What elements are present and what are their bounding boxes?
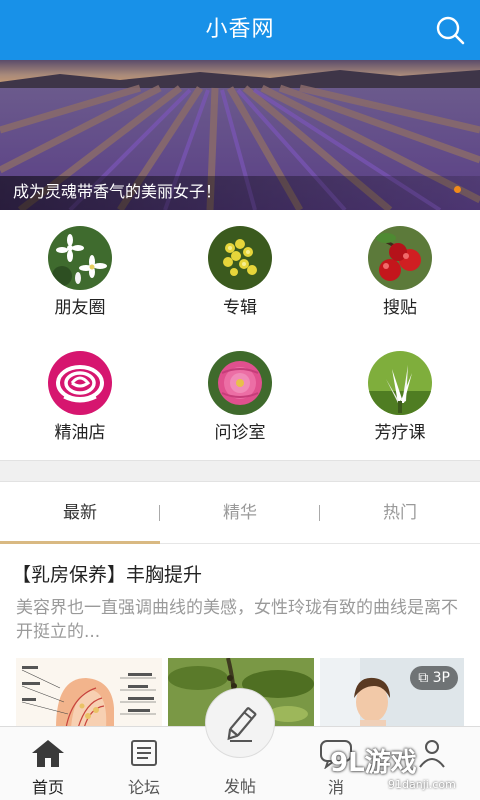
grid-item-aromatherapy-class[interactable]: 芳疗课	[320, 335, 480, 460]
grid-item-label: 朋友圈	[54, 298, 106, 318]
grid-item-friends[interactable]: 朋友圈	[0, 210, 160, 335]
grid-item-label: 搜贴	[383, 298, 417, 318]
pink-rose-flower-icon	[208, 351, 272, 415]
app-title: 小香网	[205, 17, 275, 42]
grid-item-oil-shop[interactable]: 精油店	[0, 335, 160, 460]
anatomy-diagram-thumbnail	[16, 658, 162, 728]
grid-item-label: 精油店	[54, 423, 106, 443]
grid-item-label: 问诊室	[214, 423, 266, 443]
home-icon	[32, 740, 64, 767]
white-magnolia-icon	[368, 351, 432, 415]
forum-scroll-icon	[131, 740, 157, 766]
create-post-button[interactable]	[205, 688, 275, 758]
grid-item-consult-room[interactable]: 问诊室	[160, 335, 320, 460]
white-jasmine-flower-icon	[48, 226, 112, 290]
pen-icon	[227, 707, 257, 742]
nav-label: 论坛	[127, 778, 160, 797]
create-post-label: 发帖	[223, 777, 256, 796]
top-app-bar: 小香网	[0, 0, 480, 60]
search-icon	[436, 16, 465, 45]
article-title[interactable]: 【乳房保养】丰胸提升	[12, 560, 202, 587]
tab-hot[interactable]: 热门	[320, 482, 480, 544]
feed-tabs: 最新 精华 热门	[0, 482, 480, 544]
image-count-badge: ⧉ 3P	[410, 666, 458, 690]
nav-forum[interactable]: 论坛	[96, 727, 192, 800]
app-root: 小香网 成为灵魂带香气的美丽女子！ 朋友圈 专辑 搜贴 精油店 问诊室 芳疗课 …	[0, 0, 480, 800]
watermark-url: 91danji.com	[388, 778, 456, 791]
article-summary[interactable]: 美容界也一直强调曲线的美感，女性玲珑有致的曲线是离不开挺立的...	[16, 596, 466, 644]
grid-item-label: 芳疗课	[374, 423, 426, 443]
image-count: 3P	[432, 670, 450, 686]
section-divider	[0, 460, 480, 482]
watermark-logo-text: 9L游戏	[330, 748, 417, 778]
grid-item-search-posts[interactable]: 搜贴	[320, 210, 480, 335]
banner-carousel[interactable]: 成为灵魂带香气的美丽女子！	[0, 60, 480, 210]
tab-featured[interactable]: 精华	[160, 482, 320, 544]
grid-item-label: 专辑	[223, 298, 257, 318]
site-watermark: 9L游戏 91danji.com	[324, 738, 474, 800]
red-berries-icon	[368, 226, 432, 290]
pink-rose-logo-icon	[48, 351, 112, 415]
nav-label: 首页	[31, 778, 64, 797]
multi-image-icon: ⧉	[418, 670, 429, 686]
yellow-flower-icon	[208, 226, 272, 290]
banner-caption: 成为灵魂带香气的美丽女子！	[13, 182, 222, 201]
tab-latest[interactable]: 最新	[0, 482, 160, 544]
woman-photo-thumbnail: ⧉ 3P	[320, 658, 464, 728]
search-button[interactable]	[434, 14, 466, 46]
nav-home[interactable]: 首页	[0, 727, 96, 800]
banner-page-indicator	[454, 186, 461, 193]
feature-grid: 朋友圈 专辑 搜贴 精油店 问诊室 芳疗课	[0, 210, 480, 460]
active-tab-indicator	[0, 541, 160, 544]
grid-item-albums[interactable]: 专辑	[160, 210, 320, 335]
